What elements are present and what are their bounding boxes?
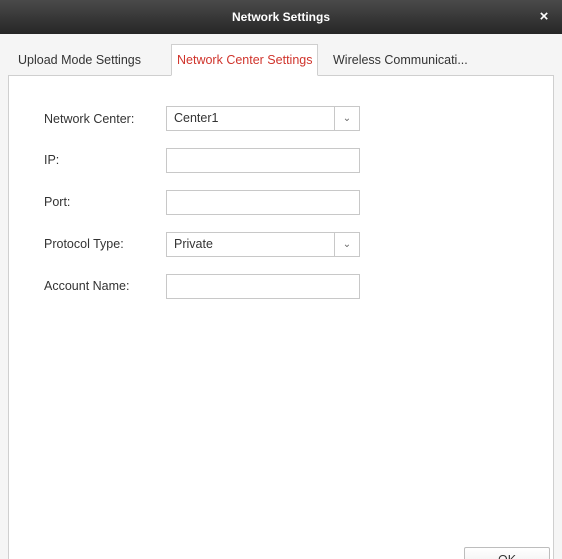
- account-name-label: Account Name:: [44, 279, 130, 293]
- ip-label: IP:: [44, 153, 60, 167]
- ok-button[interactable]: OK: [464, 547, 550, 559]
- ip-field[interactable]: [166, 148, 360, 173]
- protocol-type-value: Private: [174, 237, 213, 251]
- tab-network-center-settings[interactable]: Network Center Settings: [171, 44, 319, 76]
- window-title: Network Settings: [231, 10, 330, 24]
- port-label: Port:: [44, 195, 71, 209]
- network-center-select[interactable]: Center1 ⌄: [166, 106, 360, 131]
- dialog-body: Upload Mode Settings Network Center Sett…: [0, 34, 562, 559]
- port-field[interactable]: [166, 190, 360, 215]
- account-name-field[interactable]: [166, 274, 360, 299]
- network-center-settings-panel: Network Center: Center1 ⌄ IP: Port: Prot…: [8, 76, 554, 559]
- tab-wireless-communication[interactable]: Wireless Communicati...: [333, 45, 468, 76]
- protocol-type-label: Protocol Type:: [44, 237, 124, 251]
- chevron-down-icon[interactable]: ⌄: [334, 107, 359, 130]
- protocol-type-select[interactable]: Private ⌄: [166, 232, 360, 257]
- network-center-label: Network Center:: [44, 112, 135, 126]
- network-center-value: Center1: [174, 111, 219, 125]
- title-bar: Network Settings ×: [0, 0, 562, 34]
- tab-upload-mode-settings[interactable]: Upload Mode Settings: [18, 45, 141, 76]
- chevron-down-icon[interactable]: ⌄: [334, 233, 359, 256]
- close-icon[interactable]: ×: [534, 7, 554, 27]
- tab-bar: Upload Mode Settings Network Center Sett…: [0, 34, 562, 76]
